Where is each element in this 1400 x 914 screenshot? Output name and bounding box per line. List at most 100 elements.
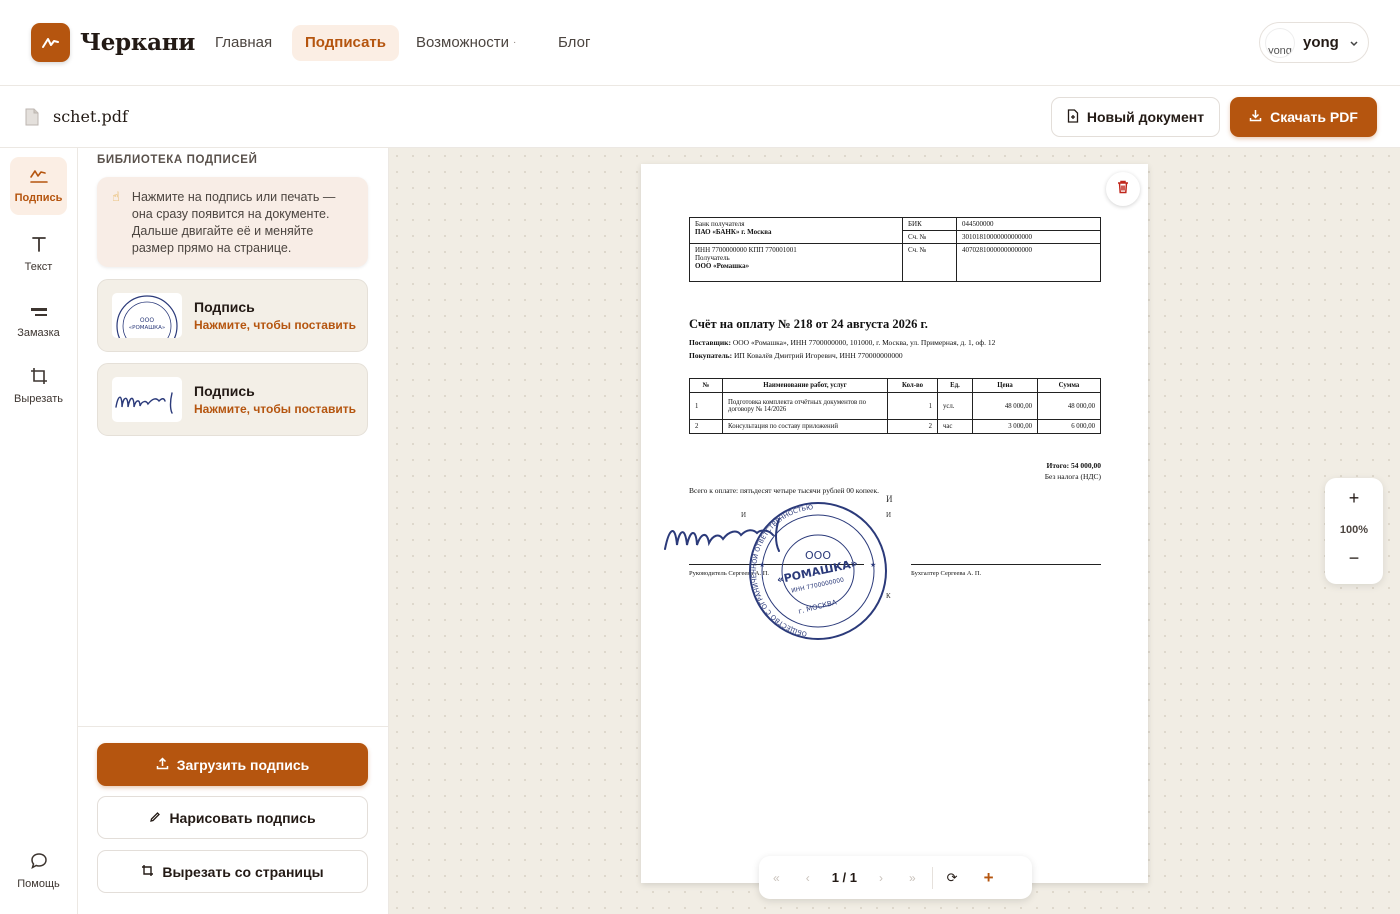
nav-blog[interactable]: Блог xyxy=(545,25,603,61)
text-icon xyxy=(31,235,47,256)
signature-card-stamp[interactable]: ООО «РОМАШКА» Подпись Нажмите, чтобы пос… xyxy=(97,279,368,352)
signature-icon xyxy=(29,168,49,187)
table-cell: 1 xyxy=(887,392,938,420)
nav-sign[interactable]: Подписать xyxy=(292,25,399,61)
table-cell: 3 000,00 xyxy=(972,419,1038,434)
bank-details-table: Банк получателя ПАО «БАНК» г. Москва БИК… xyxy=(689,217,1101,282)
download-pdf-label: Скачать PDF xyxy=(1270,109,1358,125)
upload-signature-label: Загрузить подпись xyxy=(176,756,310,773)
redact-icon xyxy=(30,305,48,322)
signature-thumbnail xyxy=(112,377,182,422)
chevron-down-icon xyxy=(1349,34,1359,52)
signature-library-panel: БИБЛИОТЕКА ПОДПИСЕЙ ☝ Нажмите на подпись… xyxy=(78,148,389,914)
table-cell: час xyxy=(937,419,973,434)
document-canvas[interactable]: Банк получателя ПАО «БАНК» г. Москва БИК… xyxy=(389,148,1400,914)
rail-item-label: Текст xyxy=(24,261,53,273)
total-amount: Итого: 54 000,00 xyxy=(1046,461,1101,470)
supplier-label: Поставщик: xyxy=(689,338,731,347)
upload-icon xyxy=(156,756,169,773)
file-name: schet.pdf xyxy=(53,107,128,126)
crop-icon xyxy=(30,367,48,388)
document-icon xyxy=(1067,108,1079,126)
rail-item-redact[interactable]: Замазка xyxy=(10,293,67,351)
zoom-out-button[interactable]: − xyxy=(1325,548,1383,569)
page-navigator: « ‹ 1 / 1 › » ⟳ + xyxy=(759,856,1032,899)
download-pdf-button[interactable]: Скачать PDF xyxy=(1230,97,1377,137)
svg-text:«РОМАШКА»: «РОМАШКА» xyxy=(129,325,165,331)
document-page[interactable]: Банк получателя ПАО «БАНК» г. Москва БИК… xyxy=(641,164,1148,883)
cut-from-page-button[interactable]: Вырезать со страницы xyxy=(97,850,368,893)
corr-label: Сч. № xyxy=(902,230,957,244)
table-cell: усл. xyxy=(937,392,973,420)
inn-kpp: ИНН 7700000000 КПП 770001001 xyxy=(695,246,797,254)
rotate-icon[interactable]: ⟳ xyxy=(947,870,958,886)
prev-page-button[interactable]: ‹ xyxy=(806,871,810,885)
top-navigation: Черкани Главная Подписать Возможности · Б… xyxy=(0,0,1400,86)
rail-item-crop[interactable]: Вырезать xyxy=(10,357,67,415)
avatar-alt-text: yong xyxy=(1268,44,1292,57)
recipient-name: ООО «Ромашка» xyxy=(695,262,750,270)
nav-home[interactable]: Главная xyxy=(202,25,285,61)
signature-card-action: Нажмите, чтобы поставить xyxy=(194,318,356,332)
nav-features-dropdown-icon: · xyxy=(512,37,517,48)
stamp-thumbnail: ООО «РОМАШКА» xyxy=(112,293,182,338)
pointing-hand-icon: ☝ xyxy=(112,189,120,204)
svg-text:ООО: ООО xyxy=(805,549,831,562)
tool-rail: Подпись Текст Замазка Вырезать Помощь xyxy=(0,148,78,914)
table-row: 1 Подготовка комплекта отчётных документ… xyxy=(689,392,1101,420)
first-page-button[interactable]: « xyxy=(773,871,780,885)
column-header: Ед. xyxy=(937,378,973,393)
chat-bubble-icon xyxy=(30,852,48,873)
nav-features[interactable]: Возможности · xyxy=(403,25,529,61)
brand-name[interactable]: Черкани xyxy=(80,29,195,56)
zoom-level: 100% xyxy=(1339,524,1369,536)
table-cell: 2 xyxy=(689,419,723,434)
new-document-button[interactable]: Новый документ xyxy=(1051,97,1220,137)
buyer-label: Покупатель: xyxy=(689,351,733,360)
buyer-value: ИП Ковалёв Дмитрий Игоревич, ИНН 7700000… xyxy=(734,351,903,360)
download-icon xyxy=(1249,109,1262,125)
accountant-sign-line xyxy=(911,564,1101,565)
bik-label: БИК xyxy=(902,217,957,231)
draw-signature-label: Нарисовать подпись xyxy=(169,809,316,826)
upload-signature-button[interactable]: Загрузить подпись xyxy=(97,743,368,786)
zoom-control: + 100% − xyxy=(1325,478,1383,584)
column-header: Сумма xyxy=(1037,378,1101,393)
svg-text:ООО: ООО xyxy=(140,317,154,324)
account-label: Сч. № xyxy=(902,243,957,282)
logo-icon[interactable] xyxy=(31,23,70,62)
table-cell: 48 000,00 xyxy=(972,392,1038,420)
items-table: № Наименование работ, услуг Кол-во Ед. Ц… xyxy=(689,378,1101,434)
divider xyxy=(931,866,933,889)
last-page-button[interactable]: » xyxy=(909,871,916,885)
placed-stamp[interactable]: ОБЩЕСТВО С ОГРАНИЧЕННОЙ ОТВЕТСТВЕННОСТЬЮ… xyxy=(743,497,893,645)
signature-card-handwritten[interactable]: Подпись Нажмите, чтобы поставить xyxy=(97,363,368,436)
hint-text: Нажмите на подпись или печать — она сраз… xyxy=(131,190,336,255)
next-page-button[interactable]: › xyxy=(879,871,883,885)
user-menu[interactable]: yong yong xyxy=(1259,22,1369,63)
accountant-sign-label: Бухгалтер Сергеева А. П. xyxy=(911,570,982,577)
rail-item-text[interactable]: Текст xyxy=(10,225,67,283)
bank-name: ПАО «БАНК» г. Москва xyxy=(695,228,772,236)
draw-signature-button[interactable]: Нарисовать подпись xyxy=(97,796,368,839)
bank-label: Банк получателя xyxy=(695,220,745,228)
account-number: 40702810000000000000 xyxy=(956,243,1101,282)
recipient-label: Получатель xyxy=(695,254,730,262)
crop-icon xyxy=(141,864,154,880)
add-page-button[interactable]: + xyxy=(984,868,994,888)
file-icon xyxy=(25,108,39,131)
user-name: yong xyxy=(1303,34,1339,51)
delete-signature-button[interactable] xyxy=(1106,172,1140,206)
buyer-line: Покупатель: ИП Ковалёв Дмитрий Игоревич,… xyxy=(689,351,903,360)
signature-card-title: Подпись xyxy=(194,383,255,399)
svg-text:★: ★ xyxy=(759,561,765,569)
column-header: Цена xyxy=(972,378,1038,393)
rail-item-label: Замазка xyxy=(17,327,60,339)
invoice-title: Счёт на оплату № 218 от 24 августа 2026 … xyxy=(689,317,928,331)
zoom-in-button[interactable]: + xyxy=(1325,488,1383,509)
rail-item-help[interactable]: Помощь xyxy=(10,842,67,900)
rail-item-signature[interactable]: Подпись xyxy=(10,157,67,215)
svg-text:★: ★ xyxy=(870,561,876,569)
panel-actions: Загрузить подпись Нарисовать подпись Выр… xyxy=(78,726,388,914)
column-header: Наименование работ, услуг xyxy=(722,378,888,393)
